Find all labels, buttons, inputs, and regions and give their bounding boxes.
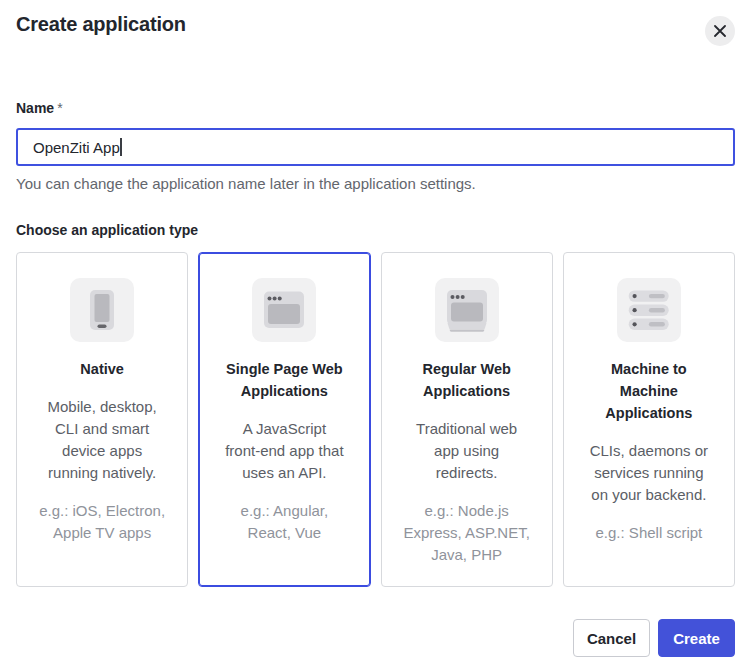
close-x-icon xyxy=(714,25,726,37)
dialog-footer: Cancel Create xyxy=(16,619,735,657)
card-description: Traditional web app using redirects. xyxy=(394,418,540,484)
card-example: e.g.: Node.js Express, ASP.NET, Java, PH… xyxy=(394,500,540,566)
card-title: Single Page Web Applications xyxy=(211,358,357,402)
card-example: e.g.: Shell script xyxy=(576,522,722,544)
create-button[interactable]: Create xyxy=(658,619,735,657)
browser-window-icon xyxy=(252,278,316,342)
name-helper-text: You can change the application name late… xyxy=(16,174,735,194)
type-card-machine-to-machine[interactable]: Machine to Machine Applications CLIs, da… xyxy=(563,252,735,587)
card-description: A JavaScript front-end app that uses an … xyxy=(211,418,357,484)
required-asterisk: * xyxy=(57,100,62,116)
create-application-dialog: Create application Name* You can change … xyxy=(0,0,749,670)
card-title: Regular Web Applications xyxy=(394,358,540,402)
close-button[interactable] xyxy=(705,16,735,46)
dialog-title: Create application xyxy=(16,0,735,38)
mobile-device-icon xyxy=(70,278,134,342)
card-example: e.g.: Angular, React, Vue xyxy=(211,500,357,544)
card-description: CLIs, daemons or services running on you… xyxy=(576,440,722,506)
card-example: e.g.: iOS, Electron, Apple TV apps xyxy=(29,500,175,544)
card-title: Machine to Machine Applications xyxy=(576,358,722,424)
type-card-native[interactable]: Native Mobile, desktop, CLI and smart de… xyxy=(16,252,188,587)
browser-app-icon xyxy=(435,278,499,342)
type-card-single-page-web[interactable]: Single Page Web Applications A JavaScrip… xyxy=(198,252,370,587)
card-title: Native xyxy=(29,358,175,380)
type-card-regular-web[interactable]: Regular Web Applications Traditional web… xyxy=(381,252,553,587)
text-caret xyxy=(120,138,122,156)
application-type-cards: Native Mobile, desktop, CLI and smart de… xyxy=(16,252,735,587)
application-type-label: Choose an application type xyxy=(16,220,735,240)
cancel-button[interactable]: Cancel xyxy=(573,619,650,657)
application-name-input[interactable] xyxy=(16,128,735,166)
name-label: Name* xyxy=(16,98,735,118)
server-stack-icon xyxy=(617,278,681,342)
card-description: Mobile, desktop, CLI and smart device ap… xyxy=(29,396,175,484)
